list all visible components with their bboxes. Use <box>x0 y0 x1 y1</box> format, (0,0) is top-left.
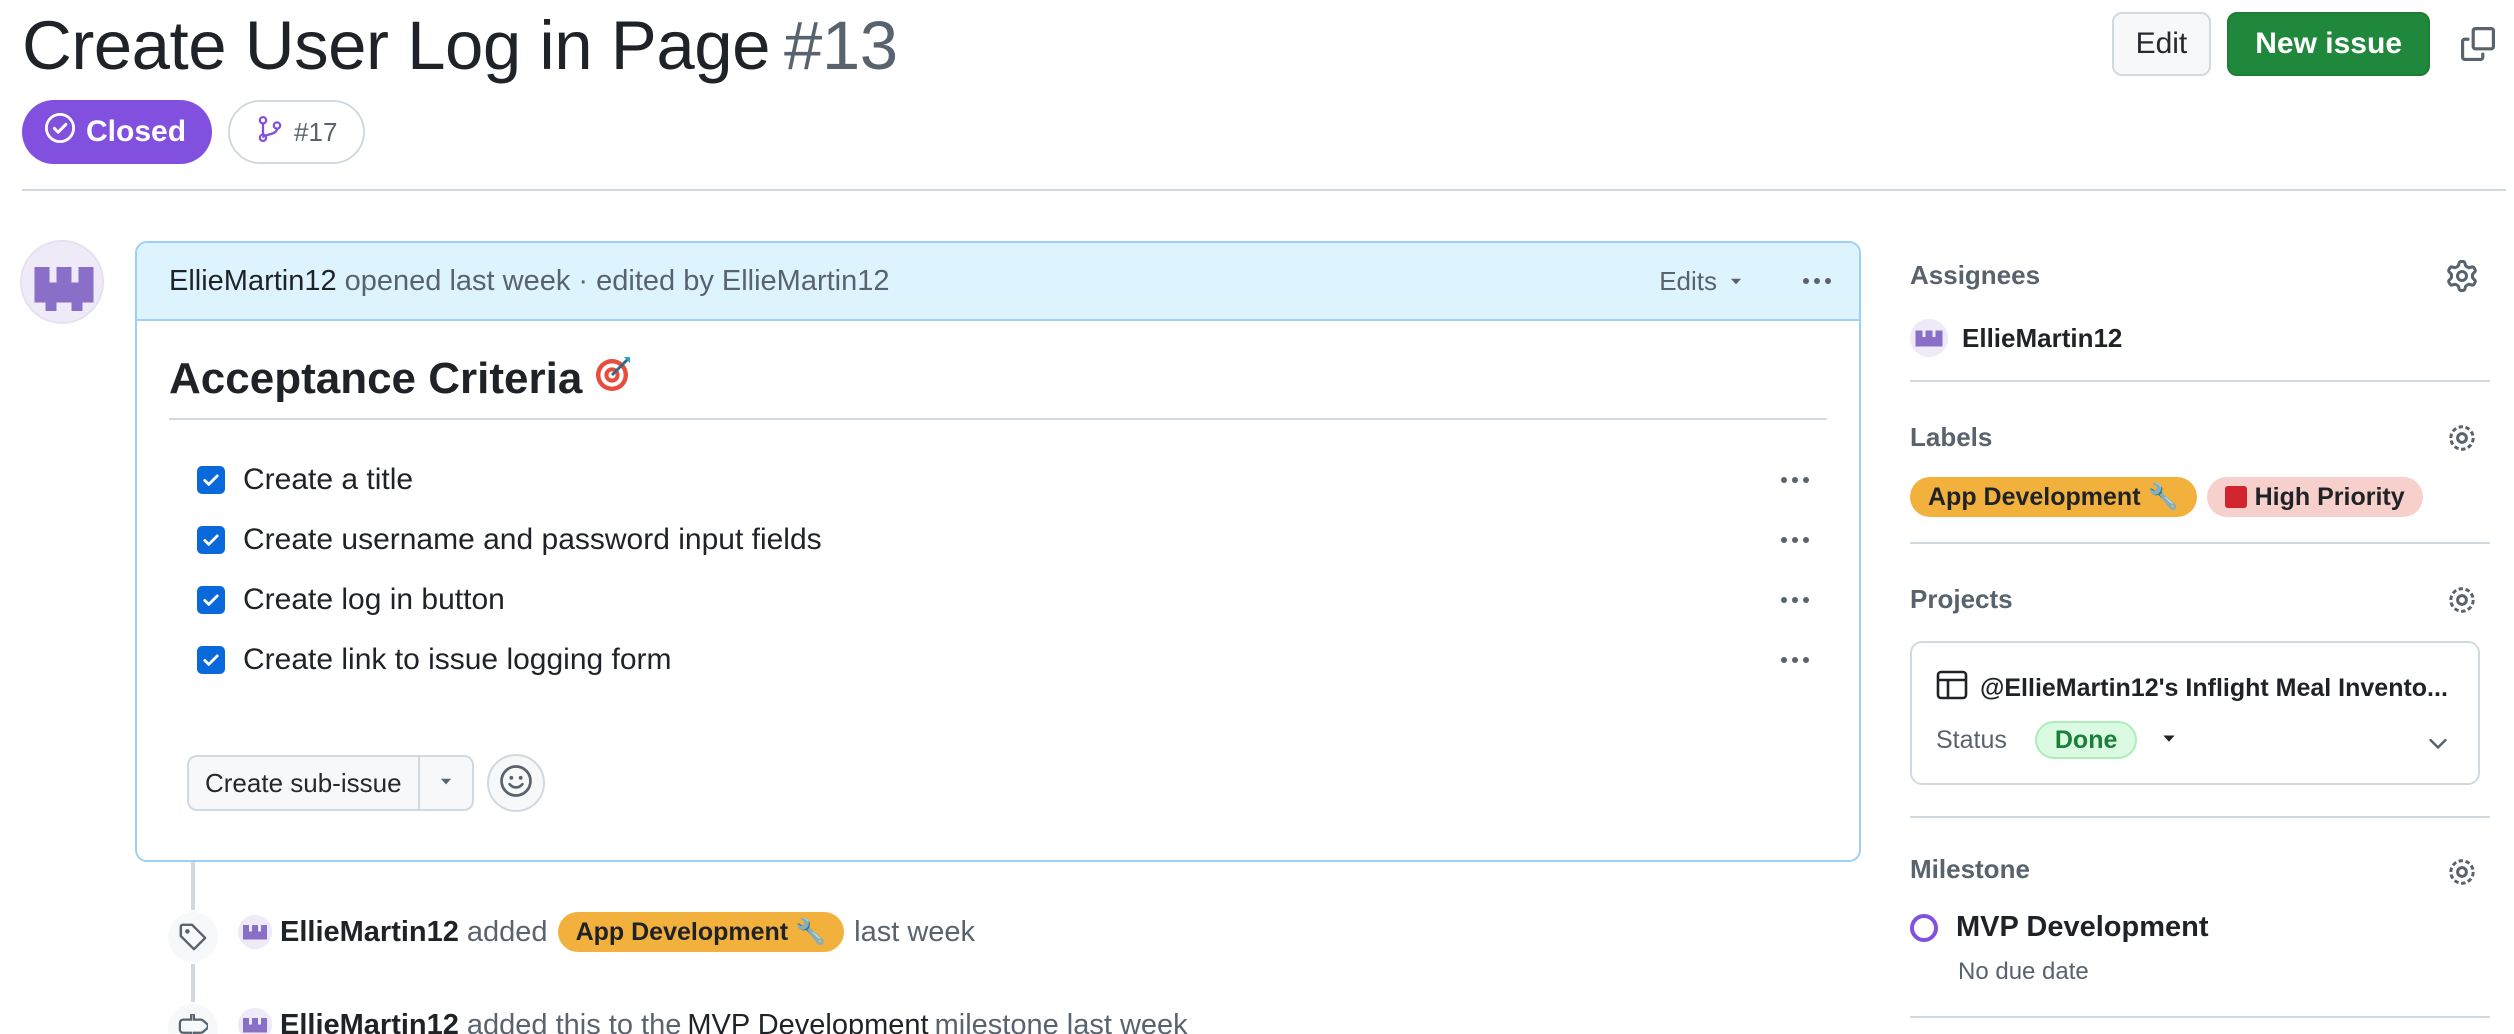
task-kebab-icon[interactable] <box>1773 537 1817 543</box>
state-badge: Closed <box>22 100 213 164</box>
task-kebab-icon[interactable] <box>1773 657 1817 663</box>
target-icon <box>594 353 634 404</box>
new-issue-button[interactable]: New issue <box>2227 12 2430 76</box>
check-circle-icon <box>44 112 76 152</box>
event-actor[interactable]: EllieMartin12 <box>280 1009 459 1034</box>
issue-title: Create User Log in Page #13 <box>22 6 898 85</box>
table-icon <box>1936 669 1968 708</box>
project-name: @EllieMartin12's Inflight Meal Invento..… <box>1980 674 2448 702</box>
gear-icon[interactable] <box>2444 582 2480 618</box>
avatar <box>1910 319 1948 357</box>
issue-sidebar: Assignees EllieMartin12 Labels App Devel… <box>1910 240 2490 1018</box>
chevron-down-icon <box>437 772 455 795</box>
milestone-item[interactable]: MVP Development <box>1910 911 2480 944</box>
issue-title-text: Create User Log in Page <box>22 7 770 84</box>
tag-icon <box>166 910 220 964</box>
smiley-icon <box>499 764 533 803</box>
task-label: Create a title <box>243 463 414 496</box>
timeline-event-milestone: EllieMartin12 added this to the MVP Deve… <box>238 1008 1188 1034</box>
task-checkbox[interactable] <box>197 646 225 674</box>
header-actions: Edit New issue <box>2111 12 2514 76</box>
acceptance-criteria-heading: Acceptance Criteria <box>169 353 634 404</box>
task-label: Create log in button <box>243 583 505 616</box>
milestone-title: Milestone <box>1910 854 2030 884</box>
task-checkbox[interactable] <box>197 586 225 614</box>
task-checkbox[interactable] <box>197 526 225 554</box>
comment-meta: opened last week · edited by EllieMartin… <box>344 264 890 297</box>
assignees-title: Assignees <box>1910 260 2041 290</box>
project-card: @EllieMartin12's Inflight Meal Invento..… <box>1910 641 2480 785</box>
red-square-icon <box>2224 486 2247 508</box>
comment-kebab-icon[interactable] <box>1795 278 1839 284</box>
assignee-item[interactable]: EllieMartin12 <box>1910 319 2480 357</box>
edits-dropdown[interactable]: Edits <box>1659 266 1745 297</box>
create-sub-issue-button[interactable]: Create sub-issue <box>189 757 418 809</box>
chevron-down-icon[interactable] <box>2159 726 2179 755</box>
comment-author[interactable]: EllieMartin12 <box>169 265 337 298</box>
heading-divider <box>169 418 1827 420</box>
task-checkbox[interactable] <box>197 466 225 494</box>
project-status-row: Status Done <box>1936 721 2179 759</box>
labels-section: Labels App Development 🔧 High Priority <box>1910 382 2480 542</box>
status-badge[interactable]: Done <box>2034 721 2138 759</box>
labels-title: Labels <box>1910 422 1993 452</box>
sub-issue-dropdown-button[interactable] <box>417 757 472 809</box>
issue-number: #13 <box>783 7 898 84</box>
milestone-name: MVP Development <box>1956 911 2209 943</box>
gear-icon[interactable] <box>2444 420 2480 456</box>
avatar[interactable] <box>238 1008 272 1034</box>
event-action: added <box>466 915 548 948</box>
event-action: added this to the <box>466 1008 682 1034</box>
milestone-due: No due date <box>1958 958 2089 985</box>
event-suffix: milestone last week <box>934 1008 1188 1034</box>
chevron-down-icon <box>1727 266 1745 297</box>
assignee-name: EllieMartin12 <box>1962 322 2123 353</box>
linked-pr-link[interactable]: #17 <box>228 100 366 164</box>
gear-icon[interactable] <box>2444 854 2480 890</box>
create-sub-issue-group: Create sub-issue <box>187 755 474 811</box>
labels-list: App Development 🔧 High Priority <box>1910 477 2480 517</box>
gear-icon[interactable] <box>2444 258 2480 294</box>
label-high-priority-text: High Priority <box>2254 482 2405 511</box>
expand-chevron-icon[interactable] <box>2426 731 2450 760</box>
milestone-section: Milestone MVP Development No due date <box>1910 818 2480 1016</box>
sidebar-divider <box>1910 1016 2490 1018</box>
task-item: Create username and password input field… <box>197 520 1837 560</box>
edits-label: Edits <box>1659 265 1717 296</box>
issue-state-row: Closed #17 <box>22 100 366 164</box>
status-label: Status <box>1936 725 2007 754</box>
event-label-badge[interactable]: App Development 🔧 <box>557 912 845 952</box>
pull-request-icon <box>256 115 284 150</box>
heading-text: Acceptance Criteria <box>169 353 583 403</box>
projects-section: Projects @EllieMartin12's Inflight Meal … <box>1910 544 2480 816</box>
label-high-priority[interactable]: High Priority <box>2206 477 2423 517</box>
linked-pr-number: #17 <box>294 116 338 147</box>
timeline-event-label: EllieMartin12 added App Development 🔧 la… <box>238 912 975 952</box>
task-label: Create link to issue logging form <box>243 643 672 676</box>
add-reaction-button[interactable] <box>487 754 545 812</box>
copy-icon[interactable] <box>2452 18 2504 70</box>
task-item: Create link to issue logging form <box>197 640 1837 680</box>
event-milestone-link[interactable]: MVP Development <box>687 1009 928 1034</box>
task-kebab-icon[interactable] <box>1773 477 1817 483</box>
state-label: Closed <box>86 115 187 148</box>
edit-button[interactable]: Edit <box>2111 12 2212 76</box>
task-item: Create log in button <box>197 580 1837 620</box>
task-label: Create username and password input field… <box>243 523 822 556</box>
header-divider <box>22 189 2506 191</box>
comment-header: EllieMartin12 opened last week · edited … <box>137 243 1859 321</box>
projects-title: Projects <box>1910 584 2013 614</box>
label-app-development[interactable]: App Development 🔧 <box>1910 477 2197 517</box>
task-kebab-icon[interactable] <box>1773 597 1817 603</box>
avatar[interactable] <box>238 915 272 949</box>
project-link[interactable]: @EllieMartin12's Inflight Meal Invento..… <box>1936 669 2448 708</box>
milestone-icon <box>166 1002 220 1034</box>
event-time: last week <box>854 915 976 948</box>
milestone-progress-icon <box>1910 913 1938 942</box>
task-item: Create a title <box>197 460 1837 500</box>
avatar[interactable] <box>20 240 104 324</box>
event-actor[interactable]: EllieMartin12 <box>280 916 459 949</box>
issue-body-comment: EllieMartin12 opened last week · edited … <box>135 241 1861 862</box>
assignees-section: Assignees EllieMartin12 <box>1910 240 2480 380</box>
